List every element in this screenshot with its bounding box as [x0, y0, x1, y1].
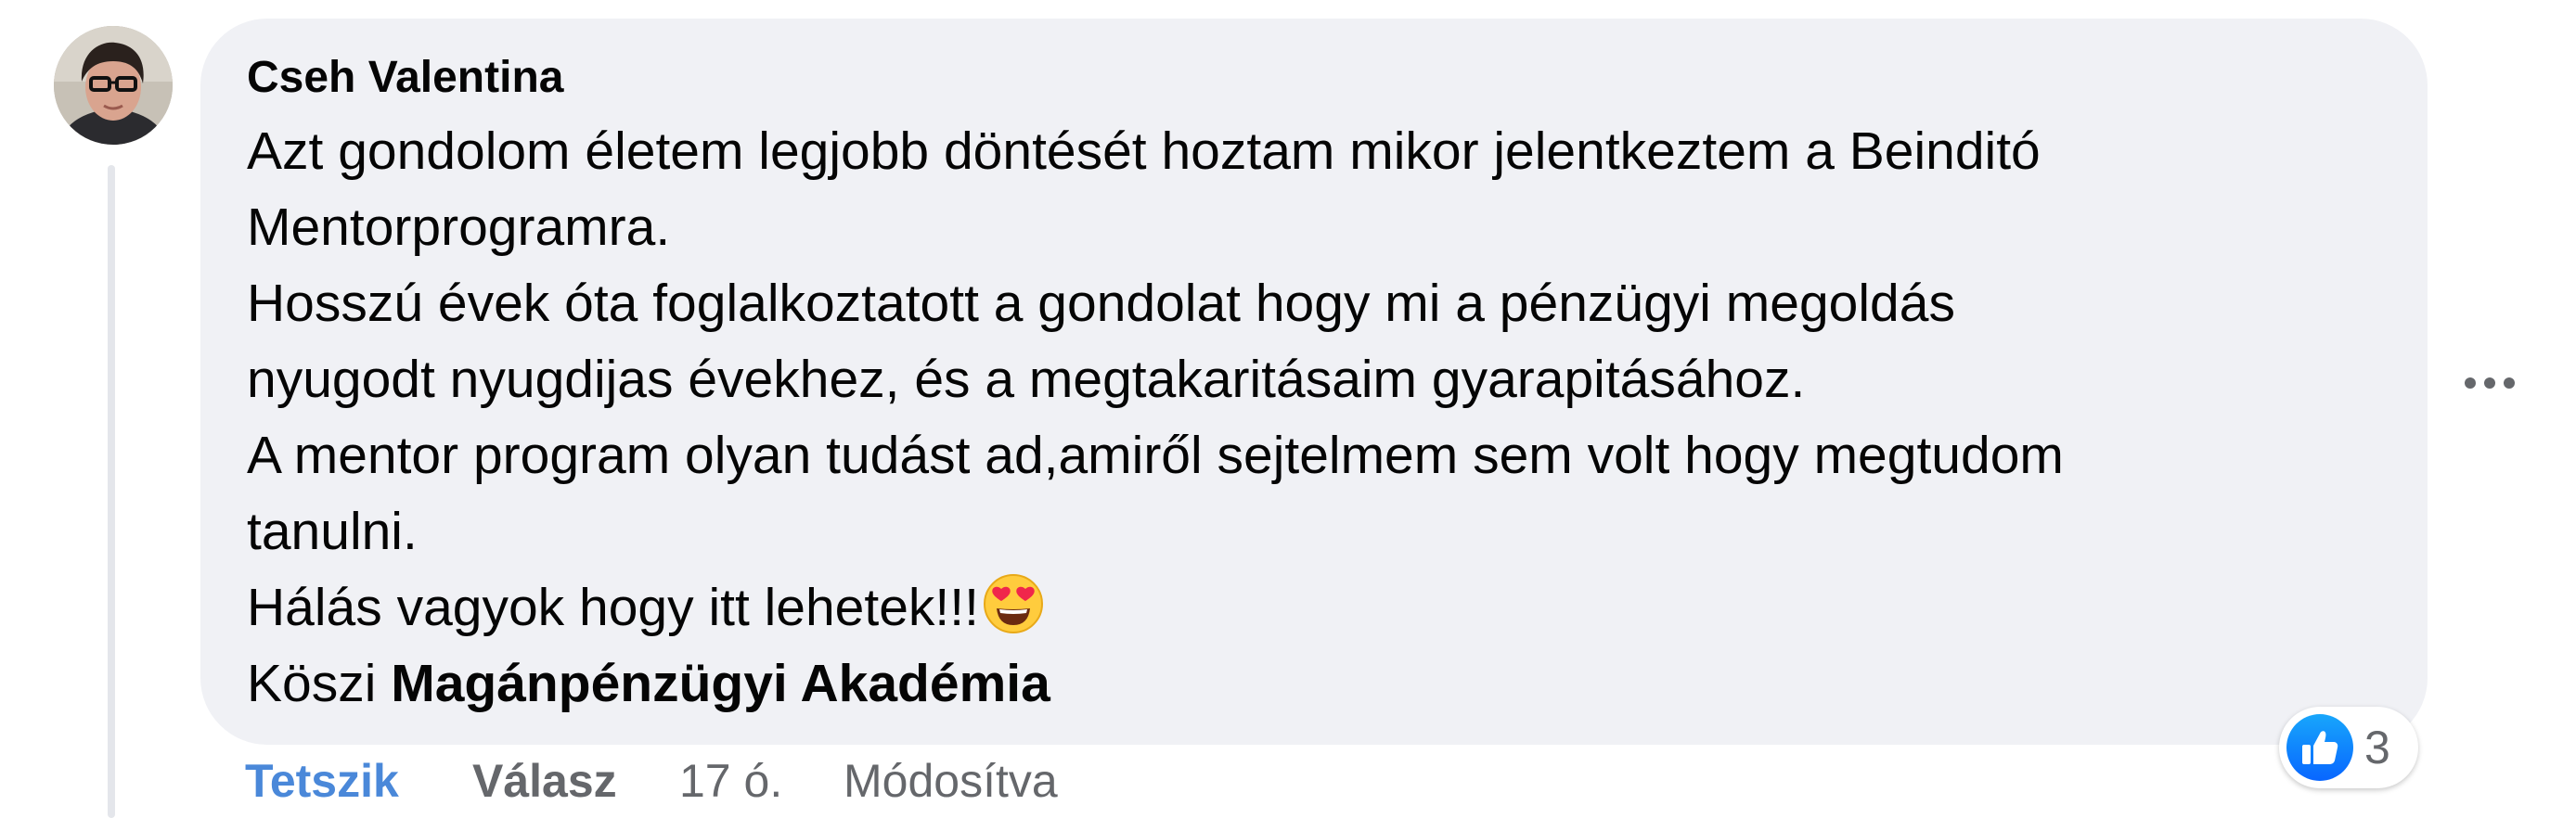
comment-line-text: Hálás vagyok hogy itt lehetek!!!: [247, 578, 979, 637]
comment-line: A mentor program olyan tudást ad,amiről …: [247, 426, 2064, 485]
comment-line: tanulni.: [247, 502, 418, 561]
comment-bubble: Cseh Valentina Azt gondolom életem legjo…: [200, 19, 2428, 745]
comment-author[interactable]: Cseh Valentina: [247, 50, 2428, 106]
reply-link[interactable]: Válasz: [472, 751, 617, 811]
reaction-count: 3: [2364, 722, 2390, 773]
heart-eyes-emoji-icon: [983, 573, 1044, 634]
comment-line: Azt gondolom életem legjobb döntését hoz…: [247, 121, 2041, 181]
more-options-dot-icon: [2484, 377, 2495, 389]
comment-line: Hosszú évek óta foglalkoztatott a gondol…: [247, 274, 1955, 333]
reaction-summary[interactable]: 3: [2279, 707, 2418, 788]
more-options-button[interactable]: [2465, 364, 2531, 402]
comment-line: nyugodt nyugdijas évekhez, és a megtakar…: [247, 350, 1806, 409]
reply-thread-line: [108, 165, 115, 818]
thumbs-up-icon: [2286, 714, 2353, 781]
profile-photo: [54, 26, 173, 145]
comment-line-with-emoji: Hálás vagyok hogy itt lehetek!!!: [247, 569, 2428, 645]
page-mention-link[interactable]: Magánpénzügyi Akadémia: [391, 654, 1050, 713]
like-link[interactable]: Tetszik: [245, 751, 399, 811]
more-options-dot-icon: [2465, 377, 2476, 389]
edited-label: Módosítva: [844, 755, 1058, 807]
comment-body: Azt gondolom életem legjobb döntését hoz…: [247, 113, 2428, 722]
timestamp-link[interactable]: 17 ó.: [679, 751, 782, 811]
closing-text: Köszi: [247, 654, 392, 713]
avatar[interactable]: [54, 26, 173, 145]
comment-line: Mentorprogramra.: [247, 198, 671, 257]
comment-closing-line: Köszi Magánpénzügyi Akadémia: [247, 645, 2428, 722]
more-options-dot-icon: [2504, 377, 2515, 389]
